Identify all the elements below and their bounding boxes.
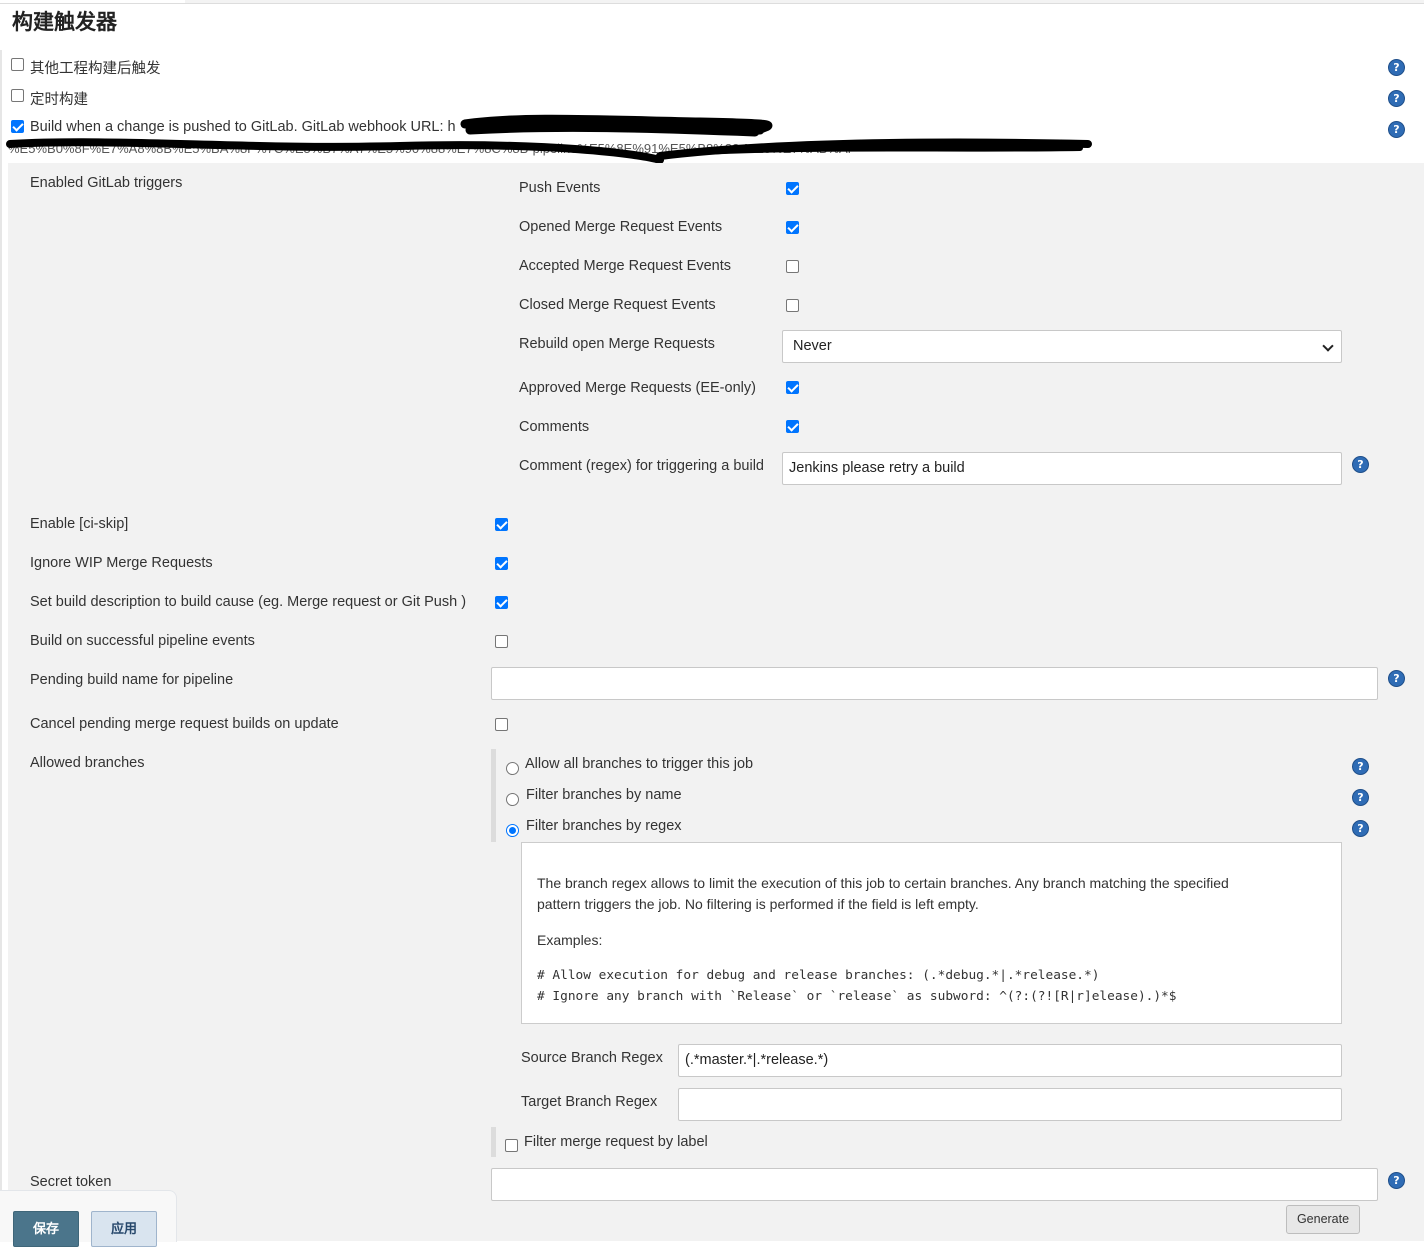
- regex-help-examples-label: Examples:: [537, 932, 603, 948]
- pending-build-name-input[interactable]: [491, 667, 1378, 700]
- label-filter-bar: [491, 1127, 496, 1157]
- help-icon[interactable]: ?: [1388, 670, 1405, 687]
- regex-help-paragraph2: pattern triggers the job. No filtering i…: [537, 896, 979, 912]
- radio-group-bar: [491, 749, 496, 842]
- filter-by-label-checkbox[interactable]: [505, 1139, 518, 1152]
- build-on-pipeline-checkbox[interactable]: [495, 635, 508, 648]
- help-icon[interactable]: ?: [1388, 90, 1405, 107]
- ignore-wip-label: Ignore WIP Merge Requests: [30, 555, 213, 571]
- regex-help-example1: # Allow execution for debug and release …: [537, 968, 1100, 983]
- ignore-wip-checkbox[interactable]: [495, 557, 508, 570]
- tab-strip: [0, 0, 185, 4]
- filter-by-name-label: Filter branches by name: [526, 787, 682, 803]
- generate-button[interactable]: Generate: [1286, 1205, 1360, 1234]
- opened-mr-events-checkbox[interactable]: [786, 221, 799, 234]
- webhook-url-fragment: %E5%B0%8F%E7%A8%8B%E5%BA%8F%7C%E5%B7%A7%…: [8, 141, 856, 156]
- comments-label: Comments: [519, 419, 590, 435]
- left-rule: [0, 50, 2, 1241]
- target-branch-regex-label: Target Branch Regex: [521, 1094, 658, 1110]
- target-branch-regex-input[interactable]: [678, 1088, 1342, 1121]
- gitlab-trigger-panel: [8, 163, 1424, 1241]
- build-on-pipeline-label: Build on successful pipeline events: [30, 633, 255, 649]
- closed-mr-events-checkbox[interactable]: [786, 299, 799, 312]
- trigger-after-other-projects-label: 其他工程构建后触发: [30, 61, 161, 77]
- set-build-description-label: Set build description to build cause (eg…: [30, 594, 467, 610]
- closed-mr-events-label: Closed Merge Request Events: [519, 297, 716, 313]
- help-icon[interactable]: ?: [1352, 758, 1369, 775]
- pending-build-name-label: Pending build name for pipeline: [30, 672, 234, 688]
- push-events-label: Push Events: [519, 180, 601, 196]
- rebuild-open-mr-label: Rebuild open Merge Requests: [519, 336, 715, 352]
- opened-mr-events-label: Opened Merge Request Events: [519, 219, 723, 235]
- help-icon[interactable]: ?: [1352, 789, 1369, 806]
- help-icon[interactable]: ?: [1352, 456, 1369, 473]
- secret-token-input[interactable]: [491, 1168, 1378, 1201]
- regex-help-example2: # Ignore any branch with `Release` or `r…: [537, 989, 1177, 1004]
- approved-mr-label: Approved Merge Requests (EE-only): [519, 380, 756, 396]
- approved-mr-checkbox[interactable]: [786, 381, 799, 394]
- set-build-description-checkbox[interactable]: [495, 596, 508, 609]
- allow-all-branches-label: Allow all branches to trigger this job: [525, 756, 754, 772]
- enabled-triggers-heading: Enabled GitLab triggers: [30, 175, 183, 191]
- enable-ci-skip-checkbox[interactable]: [495, 518, 508, 531]
- trigger-after-other-projects-checkbox[interactable]: [11, 58, 24, 71]
- help-icon[interactable]: ?: [1352, 820, 1369, 837]
- accepted-mr-events-checkbox[interactable]: [786, 260, 799, 273]
- apply-button[interactable]: 应用: [91, 1211, 157, 1247]
- rebuild-open-mr-select[interactable]: Never: [782, 330, 1342, 363]
- cancel-pending-label: Cancel pending merge request builds on u…: [30, 716, 339, 732]
- regex-help-paragraph1: The branch regex allows to limit the exe…: [537, 875, 1229, 891]
- allowed-branches-heading: Allowed branches: [30, 755, 145, 771]
- filter-by-label-label: Filter merge request by label: [524, 1134, 708, 1150]
- comment-regex-input[interactable]: Jenkins please retry a build: [782, 452, 1342, 485]
- push-events-checkbox[interactable]: [786, 182, 799, 195]
- filter-by-name-radio[interactable]: [506, 793, 519, 806]
- enable-ci-skip-label: Enable [ci-skip]: [30, 516, 129, 532]
- allow-all-branches-radio[interactable]: [506, 762, 519, 775]
- section-title: 构建触发器: [12, 11, 117, 34]
- secret-token-label: Secret token: [30, 1174, 112, 1190]
- cancel-pending-checkbox[interactable]: [495, 718, 508, 731]
- accepted-mr-events-label: Accepted Merge Request Events: [519, 258, 731, 274]
- comments-checkbox[interactable]: [786, 420, 799, 433]
- comment-regex-label: Comment (regex) for triggering a build: [519, 458, 764, 474]
- help-icon[interactable]: ?: [1388, 59, 1405, 76]
- source-branch-regex-input[interactable]: (.*master.*|.*release.*): [678, 1044, 1342, 1077]
- rebuild-open-mr-value: Never: [793, 338, 832, 354]
- trigger-gitlab-push-label: Build when a change is pushed to GitLab.…: [30, 119, 456, 135]
- tab-strip-bg: [185, 0, 1424, 4]
- trigger-periodic-checkbox[interactable]: [11, 89, 24, 102]
- filter-by-regex-radio[interactable]: [506, 824, 519, 837]
- filter-by-regex-label: Filter branches by regex: [526, 818, 682, 834]
- trigger-gitlab-push-checkbox[interactable]: [11, 120, 24, 133]
- chevron-down-icon: [1322, 340, 1334, 352]
- help-icon[interactable]: ?: [1388, 1172, 1405, 1189]
- help-icon[interactable]: ?: [1388, 121, 1405, 138]
- source-branch-regex-label: Source Branch Regex: [521, 1050, 663, 1066]
- trigger-periodic-label: 定时构建: [30, 92, 88, 108]
- save-button[interactable]: 保存: [13, 1211, 79, 1247]
